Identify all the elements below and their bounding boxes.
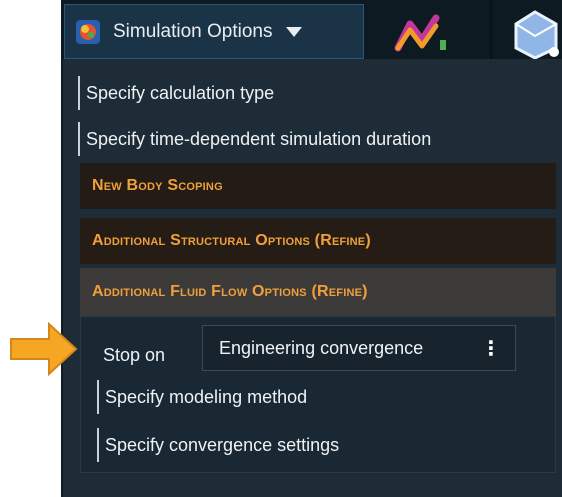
stop-on-select[interactable]: Engineering convergence ⋮ <box>202 325 516 371</box>
menu-item-simulation-duration[interactable]: Specify time-dependent simulation durati… <box>78 122 431 156</box>
app-logo-icon <box>76 19 100 44</box>
section-new-body-scoping[interactable]: New Body Scoping <box>80 163 556 209</box>
simulation-options-label: Simulation Options <box>113 20 273 42</box>
stop-on-label: Stop on <box>103 345 166 365</box>
geometry-mesh-icon[interactable] <box>508 8 562 60</box>
section-fluid-flow-options[interactable]: Additional Fluid Flow Options (Refine) <box>80 268 556 316</box>
kebab-menu-icon[interactable]: ⋮ <box>481 336 501 361</box>
simulation-options-button[interactable]: Simulation Options <box>64 4 364 59</box>
stop-on-value: Engineering convergence <box>219 337 424 358</box>
section-structural-options[interactable]: Additional Structural Options (Refine) <box>80 218 556 264</box>
chevron-down-icon <box>286 26 303 37</box>
menu-item-modeling-method[interactable]: Specify modeling method <box>97 380 307 414</box>
menu-item-convergence-settings[interactable]: Specify convergence settings <box>97 428 339 462</box>
pointer-arrow-icon <box>10 321 78 377</box>
toolbar-divider <box>490 0 492 60</box>
results-chart-icon[interactable] <box>392 10 452 55</box>
menu-item-calculation-type[interactable]: Specify calculation type <box>78 76 274 110</box>
